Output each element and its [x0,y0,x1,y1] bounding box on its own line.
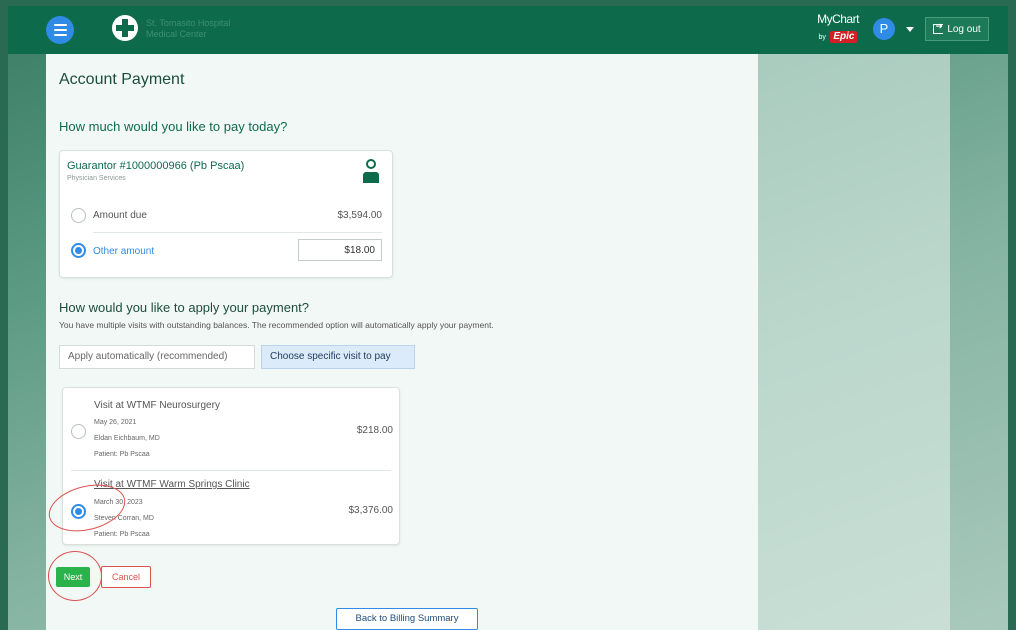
visits-card: Visit at WTMF Neurosurgery May 26, 2021 … [62,387,400,545]
mychart-wordmark: MyChart [817,12,859,26]
amount-due-value: $3,594.00 [337,210,383,221]
logout-label: Log out [947,23,981,35]
other-amount-radio[interactable] [71,243,86,258]
tab-choose-specific-visit[interactable]: Choose specific visit to pay [261,345,415,369]
visit-1-provider: Eldan Eichbaum, MD [94,435,160,442]
cancel-button[interactable]: Cancel [101,566,151,588]
back-to-billing-summary-button[interactable]: Back to Billing Summary [336,608,478,630]
logout-button[interactable]: Log out [925,17,989,41]
apply-payment-heading: How would you like to apply your payment… [59,300,310,315]
hospital-name-line1: St. Tomasito Hospital [146,18,231,28]
hospital-name: St. Tomasito Hospital Medical Center [146,18,230,40]
pay-amount-heading: How much would you like to pay today? [59,119,288,134]
top-navigation-bar: St. Tomasito Hospital Medical Center MyC… [8,6,1008,54]
visit-1-date: May 26, 2021 [94,419,137,426]
page-title: Account Payment [59,71,185,88]
menu-icon[interactable] [46,16,74,44]
visit-2-amount: $3,376.00 [348,505,394,516]
visit-1-radio[interactable] [71,424,86,439]
divider [93,232,382,233]
app-window: St. Tomasito Hospital Medical Center MyC… [8,6,1008,630]
chevron-down-icon[interactable] [906,27,914,32]
mychart-logo: MyChart by Epic [814,12,862,46]
tab-apply-automatically[interactable]: Apply automatically (recommended) [59,345,255,369]
hospital-name-line2: Medical Center [146,29,207,39]
mychart-by: by [818,34,826,41]
epic-logo: Epic [830,31,858,43]
physician-icon [362,159,380,185]
other-amount-label: Other amount [93,246,155,257]
apply-payment-description: You have multiple visits with outstandin… [59,320,494,330]
main-content: Account Payment How much would you like … [43,54,758,630]
visit-1-amount: $218.00 [356,425,393,436]
visit-1-patient: Patient: Pb Pscaa [94,451,150,458]
guarantor-subtitle: Physician Services [67,175,126,182]
divider [71,470,391,471]
other-amount-input[interactable]: $18.00 [298,239,382,261]
amount-due-label: Amount due [93,210,147,221]
side-pane [758,54,950,630]
annotation-circle [48,551,102,601]
guarantor-card: Guarantor #1000000966 (Pb Pscaa) Physici… [59,150,393,278]
amount-due-radio[interactable] [71,208,86,223]
user-avatar[interactable]: P [873,18,895,40]
visit-2-patient: Patient: Pb Pscaa [94,531,150,538]
logout-icon [933,21,944,34]
visit-1-title: Visit at WTMF Neurosurgery [94,400,220,411]
guarantor-title: Guarantor #1000000966 (Pb Pscaa) [67,160,245,172]
hospital-logo-icon[interactable] [112,15,138,41]
